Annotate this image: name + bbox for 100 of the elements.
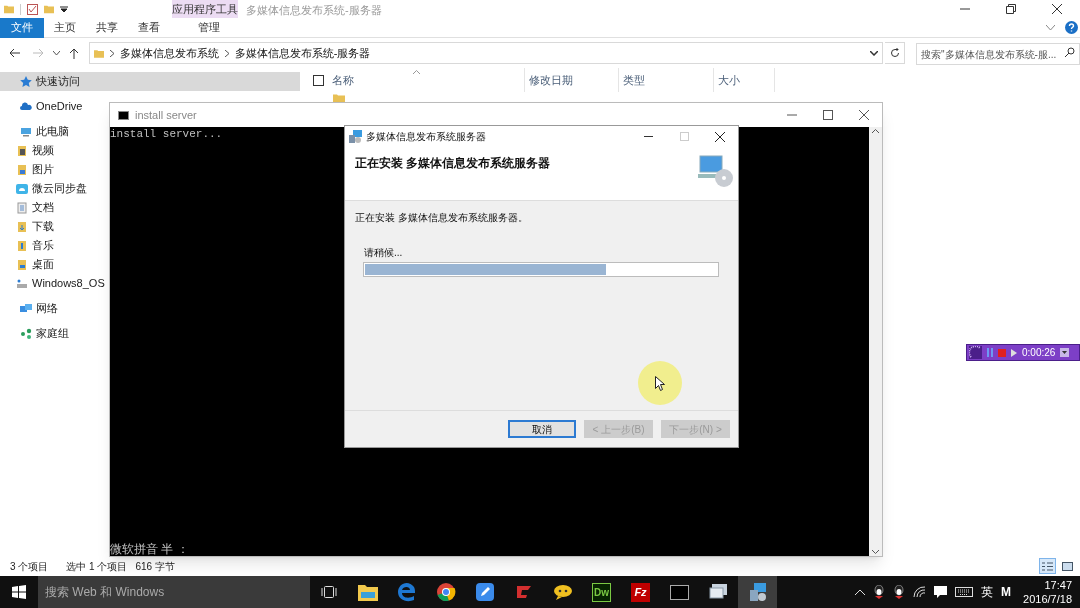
filezilla-app[interactable]: Fz [621,576,660,608]
close-icon [1052,4,1062,14]
sidebar-item[interactable]: OneDrive [0,97,83,116]
checkbox-icon[interactable] [27,3,38,15]
column-header[interactable]: 类型 [618,68,713,92]
scrollbar[interactable] [869,127,882,556]
folder-icon [4,3,14,15]
details-view-button[interactable] [1039,558,1056,574]
chevron-right-icon [224,49,229,57]
status-text: 3 个项目 [10,559,49,574]
column-header[interactable]: 修改日期 [524,68,618,92]
music-folder-icon [16,239,28,252]
status-text: 选中 1 个项目 [66,559,128,574]
console-line: install server... [110,127,223,141]
picture-folder-icon [16,163,28,176]
forward-icon [33,48,45,58]
dropdown-icon[interactable] [60,5,68,13]
window-title: install server [135,107,197,123]
sidebar-item[interactable]: 网络 [0,299,58,318]
ribbon-tab[interactable]: 共享 [86,17,128,38]
clock-time: 17:47 [1044,578,1072,592]
dialog-message: 正在安装 多媒体信息发布系统服务器。 [355,211,529,225]
sidebar-item[interactable]: 文档 [0,198,54,217]
task-view-icon [321,586,337,598]
status-text: 616 字节 [135,559,175,574]
back-icon [9,48,21,58]
close-icon [715,131,725,142]
search-icon [1065,46,1075,57]
sidebar-item[interactable]: 桌面 [0,255,54,274]
sidebar-item[interactable]: 音乐 [0,236,54,255]
restore-icon [1006,4,1016,14]
play-icon[interactable] [1011,348,1017,357]
ribbon-tab[interactable]: 查看 [128,17,170,38]
wifi-icon[interactable] [913,586,927,598]
search-field[interactable]: 搜索"多媒体信息发布系统-服... [916,43,1080,66]
sidebar-item[interactable]: 微云同步盘 [0,179,87,198]
chevron-down-icon[interactable] [870,50,879,56]
recording-time: 0:00:26 [1022,346,1056,360]
ime-status: 微软拼音 半 ： [110,542,189,556]
sidebar-item[interactable]: 家庭组 [0,324,69,343]
homegroup-icon [20,327,32,340]
video-folder-icon [16,144,28,157]
notification-icon[interactable] [934,585,948,599]
sidebar-item[interactable]: 此电脑 [0,122,69,141]
refresh-button[interactable] [885,42,905,64]
up-icon [68,47,79,59]
column-header[interactable]: 名称 [332,68,524,92]
sort-caret-icon [413,70,420,74]
breadcrumb-item[interactable]: 多媒体信息发布系统-服务器 [234,44,371,62]
sidebar-item[interactable]: Windows8_OS [0,274,105,293]
keyboard-icon[interactable] [955,587,974,597]
dropdown-icon[interactable] [1060,348,1070,357]
chevron-right-icon [109,49,114,57]
computer-icon [20,125,32,138]
close-icon [859,110,869,120]
contextual-tab-group: 应用程序工具 [172,0,238,18]
penguin-icon[interactable] [873,585,886,599]
recent-icon [53,51,61,55]
column-header[interactable]: 大小 [713,68,775,92]
penguin-icon[interactable] [893,585,906,599]
breadcrumb-item[interactable]: 多媒体信息发布系统 [119,44,219,62]
ribbon-tab[interactable]: 主页 [44,17,86,38]
network-icon [20,302,32,315]
scroll-down-icon[interactable] [872,550,879,554]
folder-icon [44,3,54,15]
taskbar-search-field[interactable]: 搜索 Web 和 Windows [38,576,310,608]
window-title: 多媒体信息发布系统-服务器 [246,3,382,18]
ime-mode-indicator[interactable]: M [1001,583,1012,601]
windows-logo-icon [12,585,26,599]
sidebar-item[interactable]: 快速访问 [0,72,300,91]
select-all-checkbox[interactable] [313,74,324,86]
sidebar-item[interactable]: 视频 [0,141,54,160]
clock-date: 2016/7/18 [1023,592,1072,606]
ribbon-tab[interactable]: 文件 [0,17,44,38]
cancel-button[interactable]: 取消 [508,420,576,438]
help-icon[interactable] [1065,21,1078,34]
document-icon [16,201,28,214]
download-folder-icon [16,220,28,233]
sidebar-item[interactable]: 下载 [0,217,54,236]
console-icon [118,110,129,120]
maximize-icon [823,110,833,120]
installer-icon [349,130,362,143]
cloud-sync-icon [16,182,28,195]
refresh-icon [889,48,900,58]
address-bar[interactable]: 多媒体信息发布系统 多媒体信息发布系统-服务器 [88,42,884,64]
dialog-heading: 正在安装 多媒体信息发布系统服务器 [355,155,552,172]
folder-icon [93,47,104,59]
cloud-icon [20,100,32,113]
drive-icon [16,277,28,290]
sidebar-item[interactable]: 图片 [0,160,54,179]
scroll-up-icon[interactable] [872,129,879,133]
star-icon [20,75,32,88]
ribbon-tab[interactable]: 管理 [176,17,242,38]
installer-taskbar-icon[interactable] [738,576,777,608]
cursor-icon [655,375,665,391]
dreamweaver-app[interactable]: Dw [582,576,621,608]
progress-label: 请稍候... [364,246,404,260]
computer-disc-icon [698,154,734,188]
ime-indicator[interactable]: 英 [981,583,994,601]
chevron-up-icon[interactable] [855,589,866,595]
